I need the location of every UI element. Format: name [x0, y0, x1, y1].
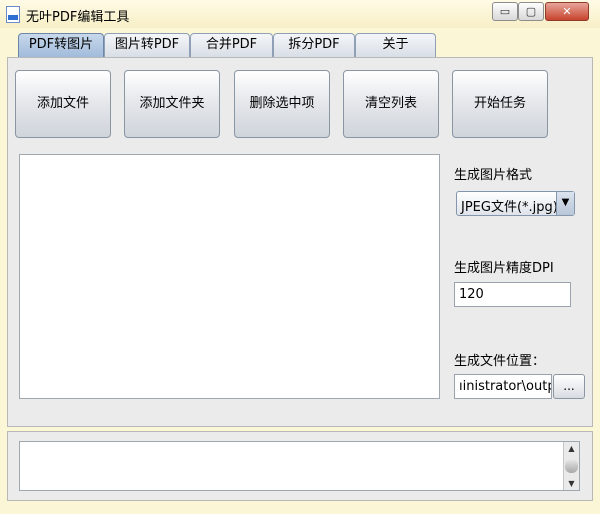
- image-format-label: 生成图片格式: [454, 168, 533, 183]
- log-textarea[interactable]: ▲ ▼: [19, 441, 580, 491]
- tab-about[interactable]: 关于: [355, 33, 436, 57]
- clear-list-button[interactable]: 清空列表: [343, 70, 439, 138]
- vertical-scrollbar[interactable]: ▲ ▼: [563, 442, 579, 490]
- image-format-value: JPEG文件(*.jpg): [461, 200, 558, 215]
- title-bar[interactable]: 无叶PDF编辑工具 ▭ ▢ ✕: [0, 0, 600, 28]
- dpi-input[interactable]: 120: [454, 282, 571, 307]
- scroll-thumb[interactable]: [565, 459, 578, 473]
- browse-button[interactable]: ...: [553, 374, 585, 399]
- add-file-button[interactable]: 添加文件: [15, 70, 111, 138]
- image-format-select[interactable]: JPEG文件(*.jpg) ▼: [456, 191, 575, 216]
- app-window: 无叶PDF编辑工具 ▭ ▢ ✕ PDF转图片 图片转PDF 合并PDF 拆分PD…: [0, 0, 600, 514]
- maximize-button[interactable]: ▢: [518, 2, 544, 21]
- scroll-up-icon[interactable]: ▲: [565, 443, 578, 454]
- add-folder-button[interactable]: 添加文件夹: [124, 70, 220, 138]
- tab-split-pdf[interactable]: 拆分PDF: [273, 33, 355, 57]
- delete-selected-button[interactable]: 删除选中项: [234, 70, 330, 138]
- dpi-label: 生成图片精度DPI: [454, 261, 554, 276]
- output-path-input[interactable]: ıinistrator\output: [454, 374, 552, 399]
- minimize-button[interactable]: ▭: [492, 2, 518, 21]
- close-button[interactable]: ✕: [545, 2, 589, 21]
- file-list[interactable]: [19, 154, 440, 399]
- tab-merge-pdf[interactable]: 合并PDF: [190, 33, 273, 57]
- pdf-document-icon: [6, 6, 20, 23]
- output-location-label: 生成文件位置：: [454, 354, 546, 369]
- window-title: 无叶PDF编辑工具: [26, 10, 130, 25]
- start-task-button[interactable]: 开始任务: [452, 70, 548, 138]
- tab-pdf-to-image[interactable]: PDF转图片: [18, 33, 104, 58]
- tab-image-to-pdf[interactable]: 图片转PDF: [104, 33, 190, 57]
- scroll-down-icon[interactable]: ▼: [565, 478, 578, 489]
- chevron-down-icon[interactable]: ▼: [556, 192, 574, 215]
